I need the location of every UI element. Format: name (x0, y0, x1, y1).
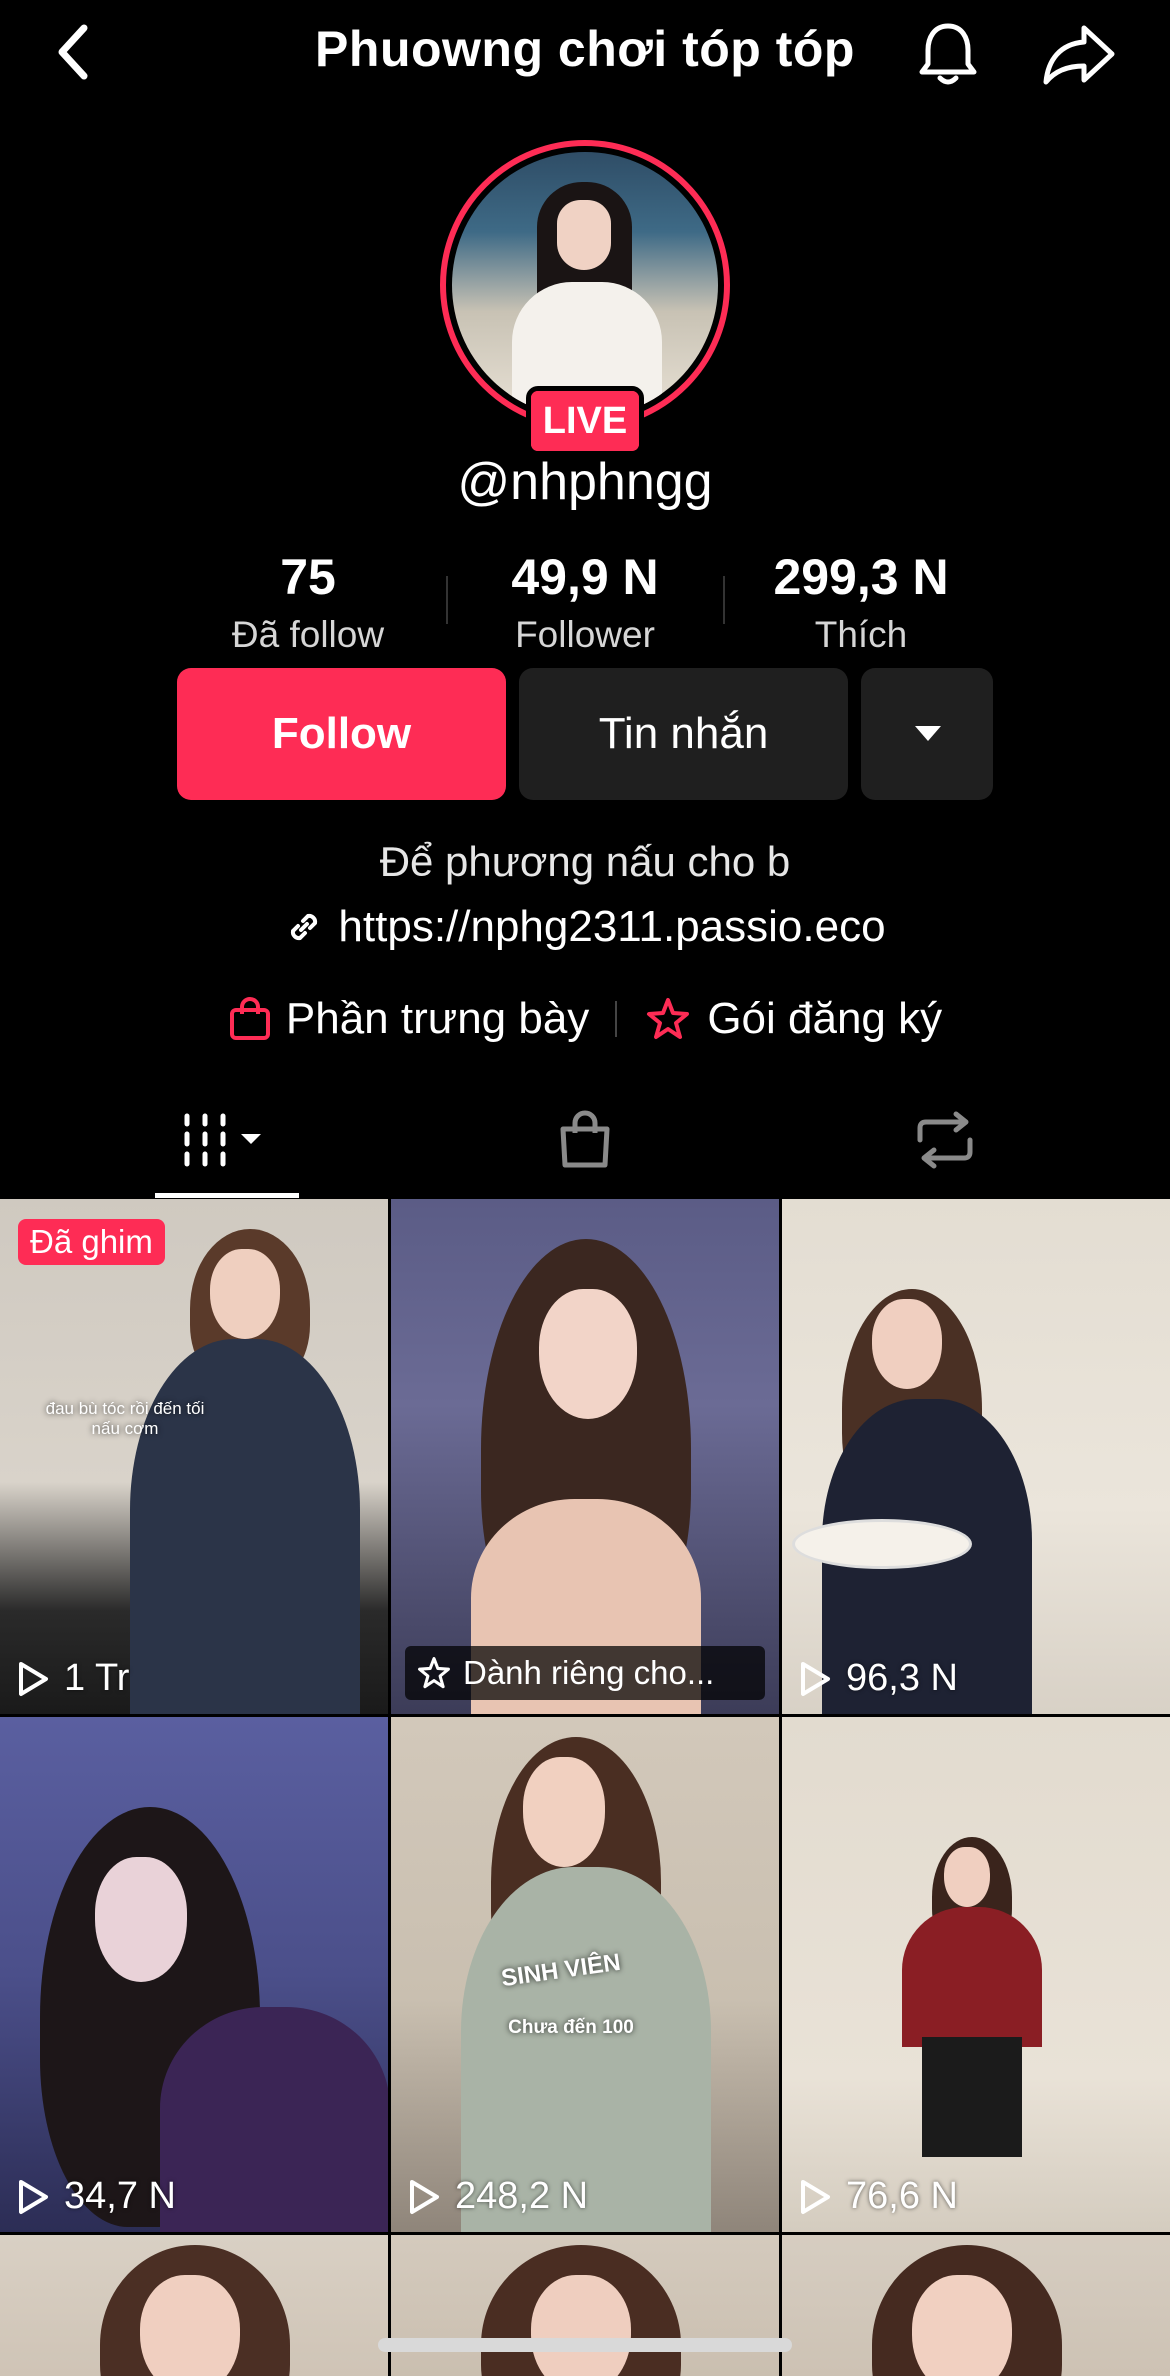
stat-following[interactable]: 75 Đã follow (183, 548, 433, 656)
video-caption-chip: Dành riêng cho... (405, 1646, 765, 1700)
video-caption-text: Dành riêng cho... (463, 1654, 715, 1691)
tab-shop[interactable] (390, 1082, 780, 1198)
username-handle: @nhphngg (457, 453, 713, 511)
shop-row: Phần trưng bày Gói đăng ký (0, 986, 1170, 1052)
live-badge[interactable]: LIVE (526, 386, 644, 456)
video-overlay-text: Chưa đến 100 (508, 2017, 634, 2038)
follow-button[interactable]: Follow (177, 668, 506, 800)
profile-stats: 75 Đã follow 49,9 N Follower 299,3 N Thí… (0, 548, 1170, 658)
view-count: 1 Tr (16, 1657, 129, 1700)
video-scene-figure (523, 1757, 605, 1867)
video-scene-figure (95, 1857, 187, 1982)
video-scene-figure (160, 2007, 388, 2232)
play-icon (801, 2179, 830, 2214)
play-icon (19, 2179, 48, 2214)
repost-icon (917, 1111, 973, 1169)
video-grid: đau bù tóc rồi đến tối nấu cơm Đã ghim 1… (0, 1199, 1170, 2376)
avatar[interactable] (452, 152, 718, 418)
stat-divider (723, 576, 725, 624)
video-scene-figure (922, 2037, 1022, 2157)
stat-followers-value: 49,9 N (511, 549, 659, 605)
tab-reposts[interactable] (750, 1082, 1140, 1198)
video-thumbnail[interactable] (391, 2235, 779, 2376)
video-scene-figure (539, 1289, 637, 1419)
shop-divider (615, 1001, 618, 1037)
video-scene-figure (912, 2275, 1012, 2376)
share-arrow-icon (1043, 25, 1115, 85)
stat-following-value: 75 (280, 549, 336, 605)
profile-actions: Follow Tin nhắn (0, 668, 1170, 800)
video-thumbnail[interactable]: Dành riêng cho... (391, 1199, 779, 1714)
bell-icon (919, 23, 977, 85)
video-thumbnail[interactable]: 76,6 N (782, 1717, 1170, 2232)
stat-following-label: Đã follow (231, 614, 385, 655)
more-options-button[interactable] (861, 668, 993, 800)
message-button[interactable]: Tin nhắn (519, 668, 848, 800)
view-count: 76,6 N (798, 2175, 958, 2218)
showcase-label: Phần trưng bày (285, 994, 590, 1043)
video-scene-figure (210, 1249, 280, 1339)
stat-followers[interactable]: 49,9 N Follower (460, 548, 710, 656)
video-scene-figure (902, 1907, 1042, 2047)
home-indicator[interactable] (378, 2338, 792, 2352)
view-count: 96,3 N (798, 1657, 958, 1700)
bio-link-text[interactable]: https://nphg2311.passio.eco (338, 902, 885, 952)
bio-text: Để phương nấu cho b (379, 838, 791, 885)
video-thumbnail[interactable]: 34,7 N (0, 1717, 388, 2232)
video-thumbnail[interactable]: đau bù tóc rồi đến tối nấu cơm Đã ghim 1… (0, 1199, 388, 1714)
shopping-bag-icon (560, 1110, 610, 1168)
notification-button[interactable] (912, 18, 984, 90)
avatar-photo-face (557, 200, 611, 270)
subscription-label: Gói đăng ký (707, 994, 943, 1043)
video-thumbnail[interactable] (782, 2235, 1170, 2376)
view-count-text: 96,3 N (846, 1657, 958, 1699)
star-badge-icon (418, 1657, 450, 1689)
video-thumbnail[interactable]: SINH VIÊN Chưa đến 100 248,2 N (391, 1717, 779, 2232)
video-scene-figure (944, 1847, 990, 1907)
view-count: 248,2 N (407, 2175, 588, 2218)
tab-videos[interactable] (30, 1082, 420, 1198)
video-scene-figure (872, 1299, 942, 1389)
video-scene-figure (531, 2275, 631, 2376)
tab-active-indicator (155, 1193, 299, 1198)
page-title: Phuowng chơi tóp tóp (315, 21, 855, 77)
pinned-badge: Đã ghim (18, 1219, 165, 1265)
view-count-text: 1 Tr (64, 1657, 130, 1699)
view-count-text: 34,7 N (64, 2175, 176, 2217)
star-badge-icon (647, 998, 690, 1039)
video-scene-figure (140, 2275, 240, 2376)
view-count: 34,7 N (16, 2175, 176, 2218)
subscription-link[interactable]: Gói đăng ký (643, 994, 942, 1044)
top-bar: Phuowng chơi tóp tóp (0, 0, 1170, 110)
view-count-text: 76,6 N (846, 2175, 958, 2217)
stat-followers-label: Follower (515, 614, 655, 655)
video-thumbnail[interactable]: 96,3 N (782, 1199, 1170, 1714)
video-thumbnail[interactable] (0, 2235, 388, 2376)
video-scene-plate (792, 1519, 972, 1569)
stat-likes[interactable]: 299,3 N Thích (736, 548, 986, 656)
stat-likes-label: Thích (814, 614, 908, 655)
content-tabs (0, 1082, 1170, 1198)
shopping-bag-icon (229, 997, 270, 1040)
play-icon (801, 1661, 830, 1696)
link-icon (291, 913, 318, 941)
video-overlay-text: đau bù tóc rồi đến tối nấu cơm (45, 1399, 205, 1438)
bio-link[interactable]: https://nphg2311.passio.eco (0, 902, 1170, 962)
video-scene-figure (130, 1339, 360, 1714)
view-count-text: 248,2 N (455, 2175, 589, 2217)
stat-likes-value: 299,3 N (773, 549, 949, 605)
share-button[interactable] (1040, 18, 1120, 90)
play-icon (19, 1661, 48, 1696)
play-icon (410, 2179, 439, 2214)
grid-bars-icon (184, 1113, 261, 1167)
stat-divider (446, 576, 448, 624)
showcase-link[interactable]: Phần trưng bày (228, 994, 589, 1044)
caret-down-icon (915, 726, 941, 741)
